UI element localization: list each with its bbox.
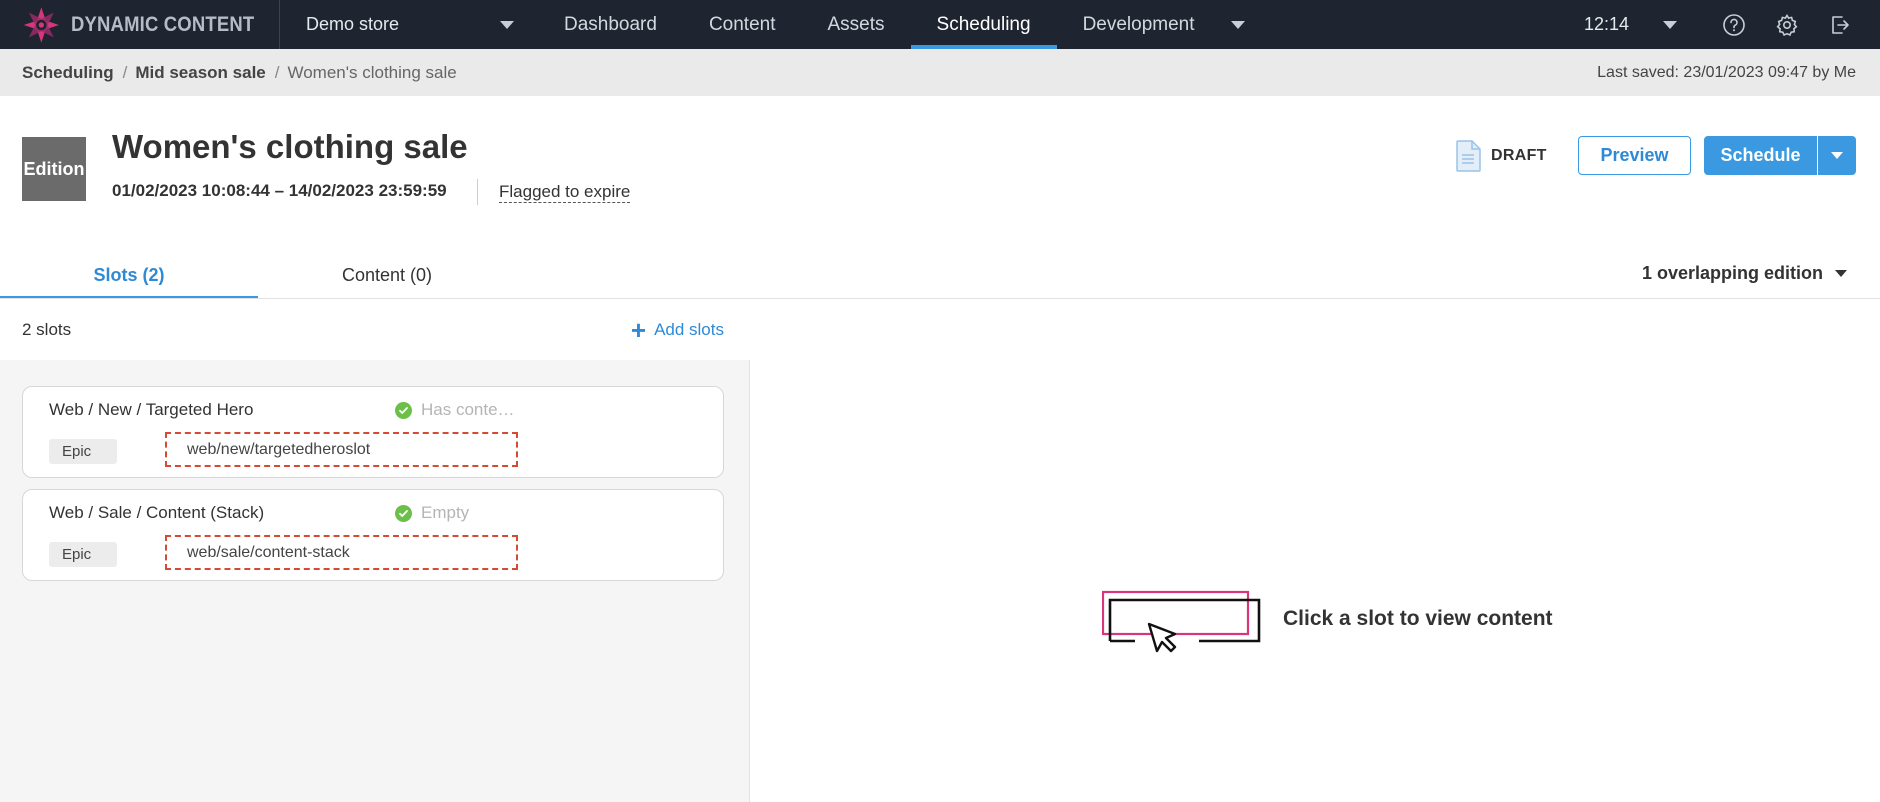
slot-card[interactable]: Web / Sale / Content (Stack) Empty Epic … bbox=[22, 489, 724, 581]
logout-icon[interactable] bbox=[1827, 12, 1853, 38]
status-label: DRAFT bbox=[1491, 147, 1547, 164]
nav-assets[interactable]: Assets bbox=[802, 0, 911, 49]
preview-button[interactable]: Preview bbox=[1578, 136, 1691, 175]
slot-status: Has conte… bbox=[395, 400, 515, 420]
overlapping-editions-dropdown[interactable]: 1 overlapping edition bbox=[1642, 255, 1847, 291]
store-name: Demo store bbox=[306, 14, 400, 34]
edition-badge: Edition bbox=[22, 137, 86, 201]
breadcrumb-scheduling[interactable]: Scheduling bbox=[22, 63, 114, 83]
document-icon bbox=[1456, 140, 1481, 172]
add-slots-button[interactable]: + Add slots bbox=[631, 299, 724, 360]
tab-content[interactable]: Content (0) bbox=[258, 252, 516, 299]
overlapping-editions-label: 1 overlapping edition bbox=[1641, 262, 1823, 283]
slot-delivery-key: web/sale/content-stack bbox=[165, 535, 518, 570]
top-right-tools: 12:14 bbox=[1584, 0, 1880, 49]
slot-tag: Epic bbox=[49, 542, 117, 567]
edition-dates[interactable]: 01/02/2023 10:08:44 – 14/02/2023 23:59:5… bbox=[112, 181, 447, 201]
slot-card[interactable]: Web / New / Targeted Hero Has conte… Epi… bbox=[22, 386, 724, 478]
slots-pane: 2 slots + Add slots Web / New / Targeted… bbox=[0, 299, 750, 802]
empty-state-message: Click a slot to view content bbox=[1283, 607, 1553, 630]
last-saved: Last saved: 23/01/2023 09:47 by Me bbox=[1597, 63, 1856, 81]
chevron-down-icon[interactable] bbox=[1663, 20, 1677, 29]
nav-more-dropdown[interactable] bbox=[1221, 0, 1265, 49]
chevron-down-icon bbox=[1831, 152, 1843, 159]
page-title: Women's clothing sale bbox=[112, 128, 468, 165]
nav-scheduling[interactable]: Scheduling bbox=[910, 0, 1057, 49]
schedule-options-button[interactable] bbox=[1818, 136, 1856, 175]
schedule-button[interactable]: Schedule bbox=[1704, 136, 1817, 175]
edition-tabs: Slots (2) Content (0) bbox=[0, 252, 750, 299]
slot-status-label: Has conte… bbox=[421, 400, 515, 419]
slot-status-label: Empty bbox=[421, 503, 470, 522]
slot-status: Empty bbox=[395, 503, 469, 523]
logo[interactable]: DYNAMIC CONTENT bbox=[0, 0, 280, 49]
check-icon bbox=[395, 401, 412, 419]
nav-dashboard[interactable]: Dashboard bbox=[538, 0, 683, 49]
breadcrumb-event[interactable]: Mid season sale bbox=[135, 63, 265, 83]
chevron-down-icon bbox=[1230, 20, 1245, 29]
divider bbox=[477, 179, 478, 205]
slot-name: Web / Sale / Content (Stack) bbox=[49, 503, 265, 522]
slot-name: Web / New / Targeted Hero bbox=[49, 400, 254, 419]
expire-flag[interactable]: Flagged to expire bbox=[499, 181, 631, 203]
breadcrumb-separator: / bbox=[274, 62, 280, 82]
chevron-down-icon bbox=[500, 20, 514, 29]
nav-content[interactable]: Content bbox=[683, 0, 802, 49]
add-slots-label: Add slots bbox=[654, 319, 724, 339]
breadcrumb-current: Women's clothing sale bbox=[287, 62, 457, 82]
slot-count: 2 slots bbox=[22, 319, 72, 339]
nav-development[interactable]: Development bbox=[1057, 0, 1221, 49]
store-selector[interactable]: Demo store bbox=[280, 0, 538, 49]
main-nav: Dashboard Content Assets Scheduling Deve… bbox=[538, 0, 1221, 49]
gear-icon[interactable] bbox=[1774, 12, 1800, 38]
cursor-slot-illustration bbox=[1102, 590, 1261, 653]
help-icon[interactable] bbox=[1721, 12, 1747, 38]
slot-delivery-key: web/new/targetedheroslot bbox=[165, 432, 518, 467]
slot-tag: Epic bbox=[49, 439, 117, 464]
check-icon bbox=[395, 504, 412, 522]
plus-icon: + bbox=[630, 314, 647, 345]
logo-text: DYNAMIC CONTENT bbox=[70, 12, 255, 36]
chevron-down-icon bbox=[1835, 269, 1847, 277]
top-nav-bar: DYNAMIC CONTENT Demo store Dashboard Con… bbox=[0, 0, 1880, 49]
breadcrumb-separator: / bbox=[122, 62, 128, 82]
tab-slots[interactable]: Slots (2) bbox=[0, 252, 258, 299]
clock: 12:14 bbox=[1583, 14, 1629, 34]
logo-icon bbox=[23, 6, 59, 43]
breadcrumb: Scheduling / Mid season sale / Women's c… bbox=[0, 49, 1880, 96]
status-badge: DRAFT bbox=[1455, 140, 1547, 172]
slots-header: 2 slots + Add slots bbox=[0, 299, 750, 360]
